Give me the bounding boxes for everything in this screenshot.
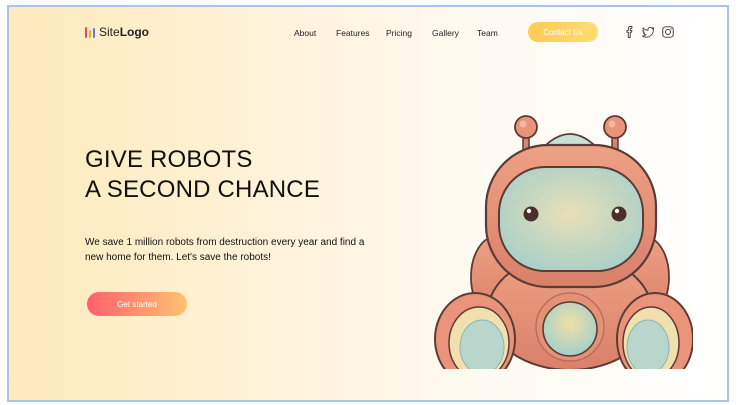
belly-window — [542, 301, 598, 357]
get-started-button[interactable]: Get started — [87, 292, 187, 316]
facebook-icon[interactable] — [623, 25, 637, 39]
nav-pricing[interactable]: Pricing — [386, 28, 412, 38]
nav-features[interactable]: Features — [336, 28, 370, 38]
robot-head — [484, 143, 658, 289]
main-nav: About Features Pricing Gallery Team — [9, 28, 727, 42]
right-eye — [611, 206, 627, 222]
landing-page: SiteLogo About Features Pricing Gallery … — [7, 5, 729, 402]
twitter-icon[interactable] — [641, 25, 655, 39]
hero-title-line-2: A SECOND CHANCE — [85, 176, 321, 203]
hero-title-line-1: GIVE ROBOTS — [85, 146, 253, 173]
nav-team[interactable]: Team — [477, 28, 498, 38]
hero-description: We save 1 million robots from destructio… — [85, 237, 365, 263]
robot-illustration — [434, 115, 693, 369]
nav-about[interactable]: About — [294, 28, 316, 38]
left-eye — [523, 206, 539, 222]
hero-title: GIVE ROBOTS A SECOND CHANCE — [85, 145, 320, 205]
nav-gallery[interactable]: Gallery — [432, 28, 459, 38]
instagram-icon[interactable] — [661, 25, 675, 39]
contact-us-button[interactable]: Contact Us — [528, 22, 598, 42]
